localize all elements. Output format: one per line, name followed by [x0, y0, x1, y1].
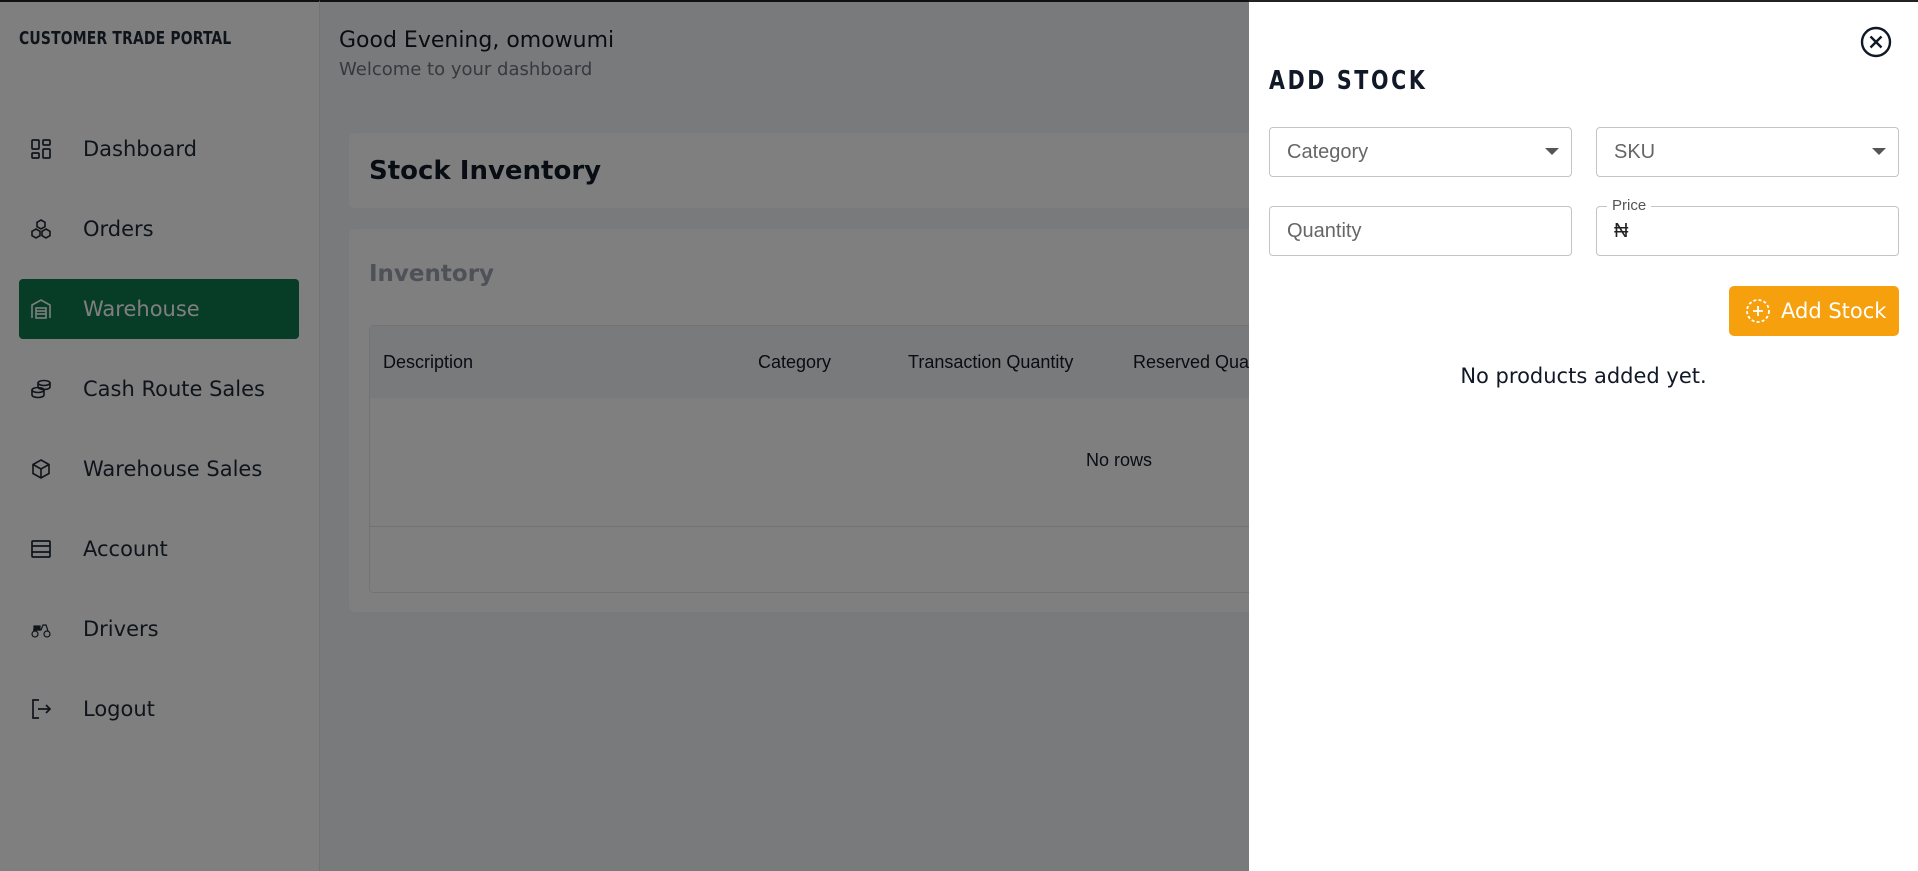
- currency-symbol: ₦: [1614, 219, 1629, 242]
- chevron-down-icon: [1872, 148, 1886, 155]
- quantity-placeholder: Quantity: [1287, 219, 1362, 242]
- add-stock-drawer: ADD STOCK Category SKU Quantity Price ₦ …: [1249, 0, 1918, 871]
- chevron-down-icon: [1545, 148, 1559, 155]
- price-field[interactable]: Price ₦: [1596, 197, 1899, 256]
- close-icon: [1860, 26, 1892, 58]
- category-select[interactable]: Category: [1269, 127, 1572, 177]
- add-stock-label: Add Stock: [1781, 299, 1887, 323]
- add-stock-button[interactable]: Add Stock: [1729, 286, 1899, 336]
- sku-select[interactable]: SKU: [1596, 127, 1899, 177]
- close-button[interactable]: [1859, 25, 1893, 59]
- add-circle-icon: [1745, 298, 1771, 324]
- empty-products-message: No products added yet.: [1460, 364, 1707, 388]
- price-label: Price: [1607, 197, 1652, 214]
- category-placeholder: Category: [1287, 140, 1369, 163]
- sku-placeholder: SKU: [1614, 140, 1656, 163]
- quantity-field[interactable]: Quantity: [1269, 206, 1572, 256]
- drawer-title: ADD STOCK: [1269, 66, 1428, 96]
